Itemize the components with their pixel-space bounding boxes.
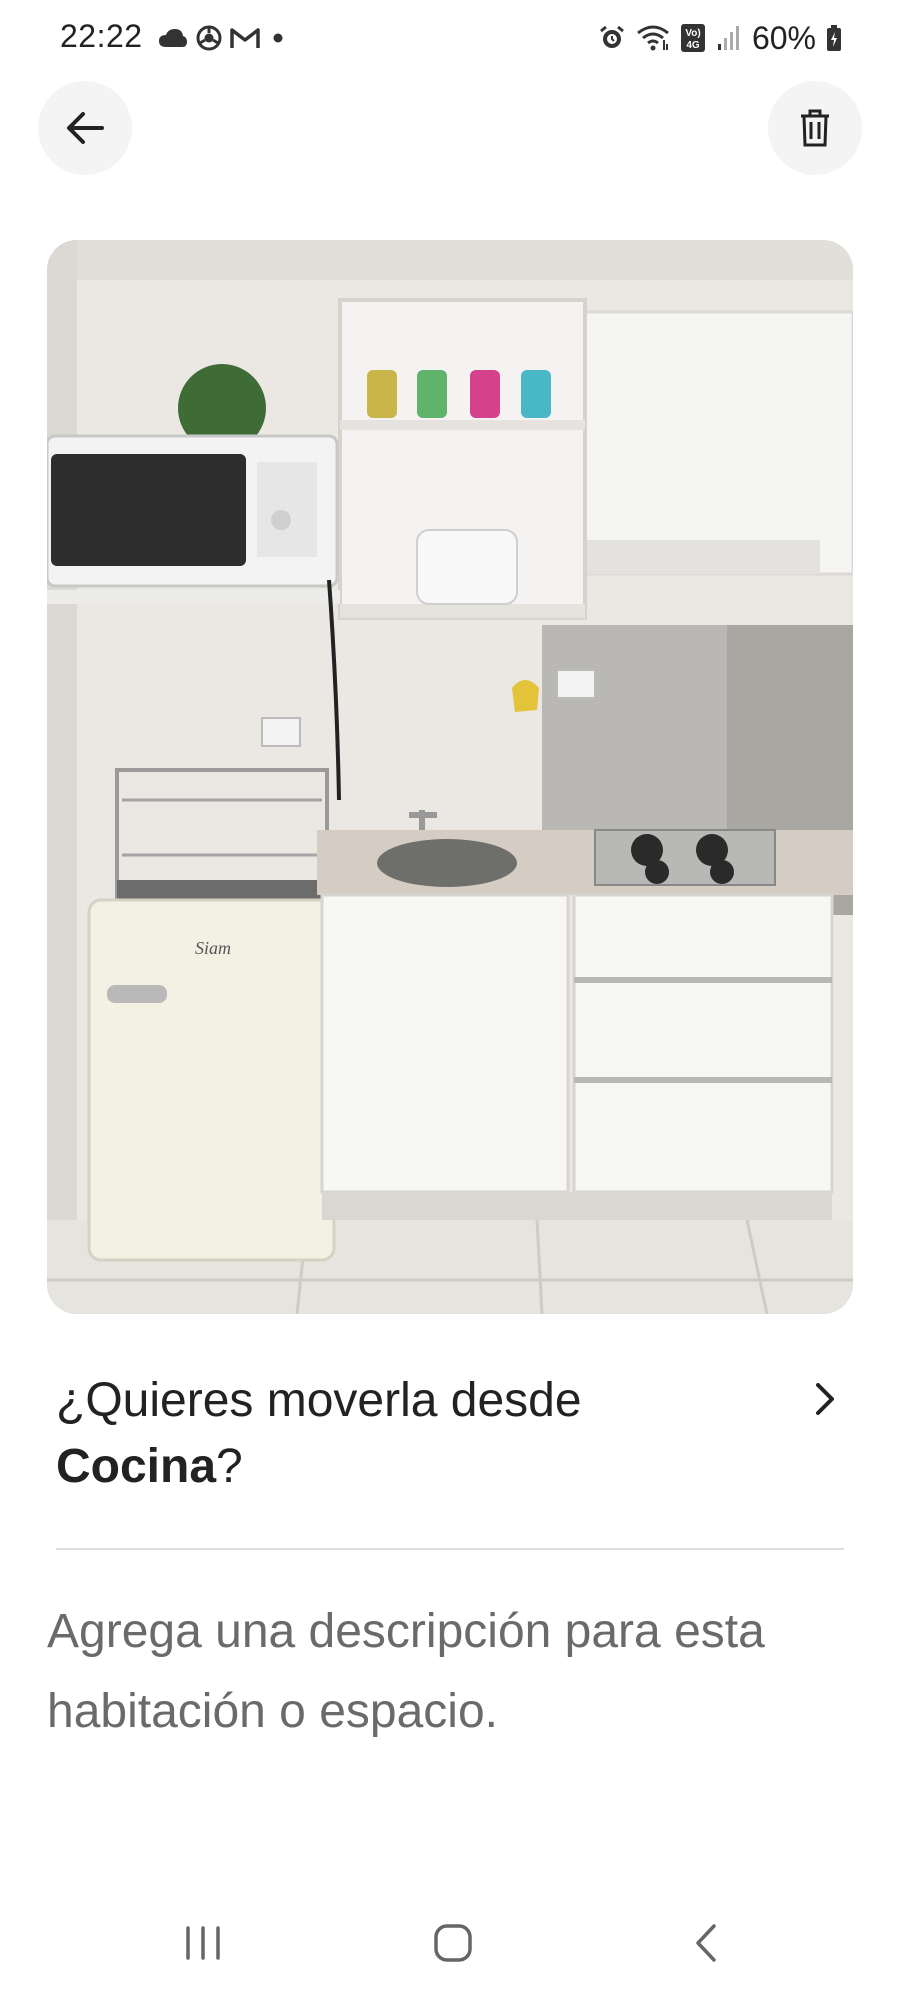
back-icon <box>690 1922 724 1964</box>
trash-icon <box>799 109 831 147</box>
system-navigation-bar <box>0 1900 900 2000</box>
volte-label-top: Vo) <box>685 28 700 39</box>
kitchen-photo-illustration: Siam <box>47 240 853 1314</box>
back-button[interactable] <box>38 81 132 175</box>
description-input[interactable]: Agrega una descripción para esta habitac… <box>47 1592 847 1772</box>
status-time: 22:22 <box>60 18 143 54</box>
move-room-question: ¿Quieres moverla desde Cocina? <box>56 1368 756 1500</box>
cloud-icon <box>158 27 188 49</box>
gmail-icon <box>230 26 260 50</box>
wifi-icon <box>636 24 670 52</box>
status-notification-icons <box>158 22 288 54</box>
recents-icon <box>180 1922 226 1964</box>
signal-icon <box>716 24 742 52</box>
volte-label-bottom: 4G <box>686 40 700 51</box>
delete-photo-button[interactable] <box>768 81 862 175</box>
divider <box>56 1548 844 1550</box>
home-icon <box>432 1922 474 1964</box>
status-bar: 22:22 Vo) 4G 60% <box>0 0 900 80</box>
move-room-row[interactable]: ¿Quieres moverla desde Cocina? <box>56 1368 856 1508</box>
move-question-suffix: ? <box>216 1440 243 1493</box>
alarm-icon <box>598 24 626 52</box>
chrome-icon <box>196 25 222 51</box>
volte-icon: Vo) 4G <box>680 23 706 53</box>
chevron-right-icon <box>814 1382 836 1416</box>
recents-button[interactable] <box>180 1922 226 1964</box>
current-room-name: Cocina <box>56 1440 217 1493</box>
home-button[interactable] <box>432 1922 474 1964</box>
dot-icon <box>268 28 288 48</box>
battery-icon <box>826 24 842 52</box>
status-system-icons: Vo) 4G 60% <box>598 18 842 58</box>
room-photo[interactable]: Siam <box>47 240 853 1314</box>
system-back-button[interactable] <box>690 1922 724 1964</box>
move-question-prefix: ¿Quieres moverla desde <box>56 1374 582 1427</box>
battery-percent: 60% <box>751 19 816 56</box>
fridge-brand-label: Siam <box>195 938 231 958</box>
arrow-left-icon <box>66 111 104 145</box>
